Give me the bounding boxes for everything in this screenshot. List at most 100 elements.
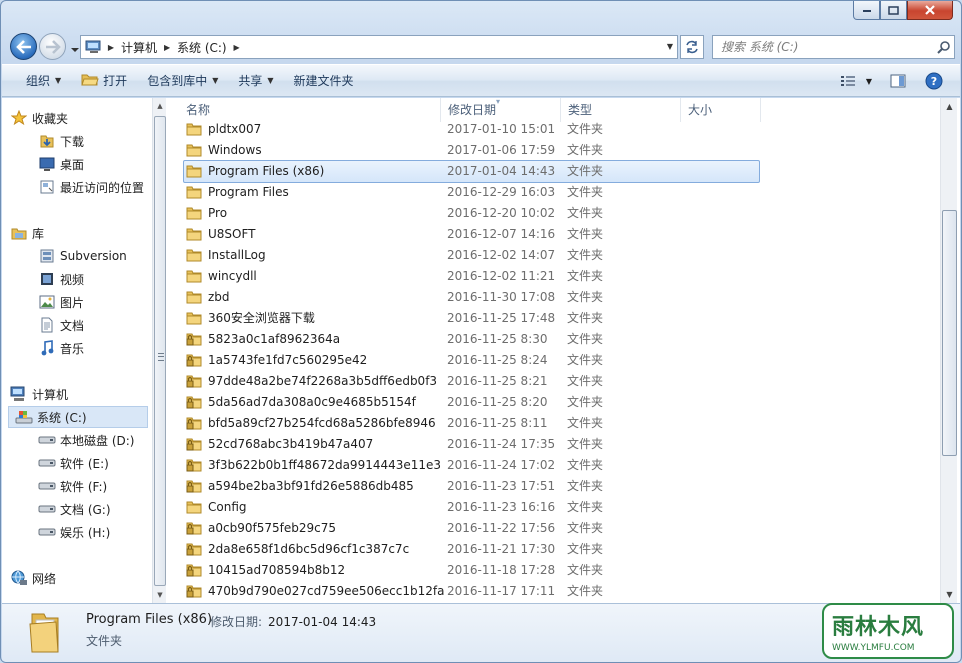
help-button[interactable]: ? [920, 69, 948, 93]
open-label: 打开 [103, 74, 128, 88]
file-row[interactable]: Program Files 2016-12-29 16:03 文件夹 [168, 181, 940, 202]
sidebar-computer[interactable]: 计算机 [10, 383, 68, 405]
include-in-library-button[interactable]: 包含到库中 ▼ [137, 69, 228, 93]
file-list-scrollbar[interactable]: ▲ ▼ [940, 98, 957, 603]
sidebar-item-videos[interactable]: 视频 [38, 268, 84, 290]
preview-pane-button[interactable] [884, 69, 912, 93]
sidebar-item-downloads[interactable]: 下载 [38, 130, 84, 152]
file-row[interactable]: 97dde48a2be74f2268a3b5dff6edb0f3 2016-11-… [168, 370, 940, 391]
scrollbar-thumb[interactable] [154, 116, 166, 586]
search-input[interactable] [713, 36, 934, 58]
file-row[interactable]: Pro 2016-12-20 10:02 文件夹 [168, 202, 940, 223]
file-name-cell: 10415ad708594b8b12 [168, 563, 441, 577]
sidebar-item-drive-d[interactable]: 本地磁盘 (D:) [38, 429, 134, 451]
sidebar-libraries[interactable]: 库 [10, 222, 44, 244]
sidebar-item-drive-f[interactable]: 软件 (F:) [38, 475, 107, 497]
file-date: 2016-11-23 17:51 [447, 478, 556, 493]
file-name-cell: 5da56ad7da308a0c9e4685b5154f [168, 395, 441, 409]
file-row[interactable]: 1a5743fe1fd7c560295e42 2016-11-25 8:24 文件夹 [168, 349, 940, 370]
music-library-icon [38, 340, 56, 356]
search-box[interactable] [712, 35, 955, 59]
file-row[interactable]: InstallLog 2016-12-02 14:07 文件夹 [168, 244, 940, 265]
breadcrumb-separator[interactable]: ▶ [231, 36, 243, 58]
breadcrumb-system-c[interactable]: 系统 (C:) [173, 36, 231, 58]
locked-folder-icon [186, 521, 202, 535]
file-row[interactable]: 470b9d790e027cd759ee506ecc1b12fa 2016-11-… [168, 580, 940, 601]
file-type: 文件夹 [567, 416, 604, 430]
sidebar-item-label: 计算机 [32, 387, 69, 402]
file-row[interactable]: pldtx007 2017-01-10 15:01 文件夹 [168, 118, 940, 139]
sidebar-item-desktop[interactable]: 桌面 [38, 153, 84, 175]
file-row[interactable]: bfd5a89cf27b254fcd68a5286bfe8946 2016-11-… [168, 412, 940, 433]
file-row[interactable]: 10415ad708594b8b12 2016-11-18 17:28 文件夹 [168, 559, 940, 580]
view-options-dropdown[interactable]: ▼ [862, 69, 876, 93]
scroll-down-button[interactable]: ▼ [941, 586, 958, 603]
sidebar-item-drive-e[interactable]: 软件 (E:) [38, 452, 109, 474]
file-type: 文件夹 [567, 122, 604, 136]
breadcrumb-separator[interactable]: ▶ [105, 36, 117, 58]
address-bar[interactable]: ▶ 计算机 ▶ 系统 (C:) ▶ ▼ [80, 35, 678, 59]
file-row[interactable]: 3f3b622b0b1ff48672da9914443e11e3 2016-11-… [168, 454, 940, 475]
new-folder-button[interactable]: 新建文件夹 [284, 69, 364, 93]
sidebar-favorites[interactable]: 收藏夹 [10, 107, 68, 129]
minimize-button[interactable] [853, 1, 880, 20]
file-type: 文件夹 [567, 353, 604, 367]
open-button[interactable]: 打开 [71, 69, 137, 93]
file-name-cell: 360安全浏览器下载 [168, 309, 441, 326]
file-name-cell: a594be2ba3bf91fd26e5886db485 [168, 479, 441, 493]
file-date: 2016-11-18 17:28 [447, 562, 556, 577]
organize-button[interactable]: 组织 ▼ [16, 69, 71, 93]
sidebar-item-documents[interactable]: 文档 [38, 314, 84, 336]
sidebar-item-drive-c[interactable]: 系统 (C:) [8, 406, 148, 428]
share-button[interactable]: 共享 ▼ [228, 69, 283, 93]
file-row[interactable]: U8SOFT 2016-12-07 14:16 文件夹 [168, 223, 940, 244]
breadcrumb-computer[interactable]: 计算机 [117, 36, 161, 58]
file-type: 文件夹 [567, 143, 604, 157]
address-history-dropdown[interactable]: ▼ [667, 42, 673, 51]
scrollbar-thumb[interactable] [942, 210, 957, 456]
folder-icon [186, 185, 202, 199]
file-row[interactable]: Windows 2017-01-06 17:59 文件夹 [168, 139, 940, 160]
main-content: 收藏夹 下载 桌面 最近访问的位置 库 Subversion 视频 图片 文档 … [2, 98, 960, 603]
scroll-up-button[interactable]: ▲ [941, 98, 958, 115]
back-button[interactable] [10, 33, 37, 60]
hard-drive-icon [38, 478, 56, 494]
search-icon[interactable] [934, 40, 954, 54]
sidebar-item-pictures[interactable]: 图片 [38, 291, 84, 313]
sidebar-item-drive-h[interactable]: 娱乐 (H:) [38, 521, 110, 543]
file-row[interactable]: 2da8e658f1d6bc5d96cf1c387c7c 2016-11-21 1… [168, 538, 940, 559]
file-row[interactable]: zbd 2016-11-30 17:08 文件夹 [168, 286, 940, 307]
svg-text:?: ? [931, 75, 937, 88]
file-row[interactable]: Config 2016-11-23 16:16 文件夹 [168, 496, 940, 517]
breadcrumb-separator[interactable]: ▶ [161, 36, 173, 58]
sidebar-item-subversion[interactable]: Subversion [38, 245, 127, 267]
recent-pages-dropdown[interactable] [70, 43, 80, 53]
file-row[interactable]: a594be2ba3bf91fd26e5886db485 2016-11-23 1… [168, 475, 940, 496]
sidebar-item-music[interactable]: 音乐 [38, 337, 84, 359]
sidebar-item-recent-places[interactable]: 最近访问的位置 [38, 176, 144, 198]
locked-folder-icon [186, 416, 202, 430]
locked-folder-icon [186, 374, 202, 388]
scroll-up-button[interactable]: ▲ [153, 98, 167, 114]
library-icon [10, 225, 28, 241]
file-row[interactable]: 52cd768abc3b419b47a407 2016-11-24 17:35 文件… [168, 433, 940, 454]
file-row[interactable]: 5da56ad7da308a0c9e4685b5154f 2016-11-25 8… [168, 391, 940, 412]
close-button[interactable] [907, 1, 953, 20]
sidebar-item-drive-g[interactable]: 文档 (G:) [38, 498, 111, 520]
scroll-down-button[interactable]: ▼ [153, 587, 167, 603]
file-name: wincydll [208, 268, 257, 283]
file-row[interactable]: Program Files (x86) 2017-01-04 14:43 文件夹 [168, 160, 940, 183]
file-row[interactable]: a0cb90f575feb29c75 2016-11-22 17:56 文件夹 [168, 517, 940, 538]
forward-button[interactable] [39, 33, 66, 60]
sidebar-network[interactable]: 网络 [10, 567, 56, 589]
navigation-pane-scrollbar[interactable]: ▲ ▼ [152, 98, 166, 603]
folder-icon [186, 500, 202, 514]
file-row[interactable]: 360安全浏览器下载 2016-11-25 17:48 文件夹 [168, 307, 940, 328]
maximize-button[interactable] [880, 1, 907, 20]
file-row[interactable]: 5823a0c1af8962364a 2016-11-25 8:30 文件夹 [168, 328, 940, 349]
change-view-button[interactable] [834, 69, 862, 93]
file-row[interactable]: wincydll 2016-12-02 11:21 文件夹 [168, 265, 940, 286]
folder-icon [186, 248, 202, 262]
refresh-button[interactable] [680, 35, 704, 59]
recent-places-icon [38, 179, 56, 195]
